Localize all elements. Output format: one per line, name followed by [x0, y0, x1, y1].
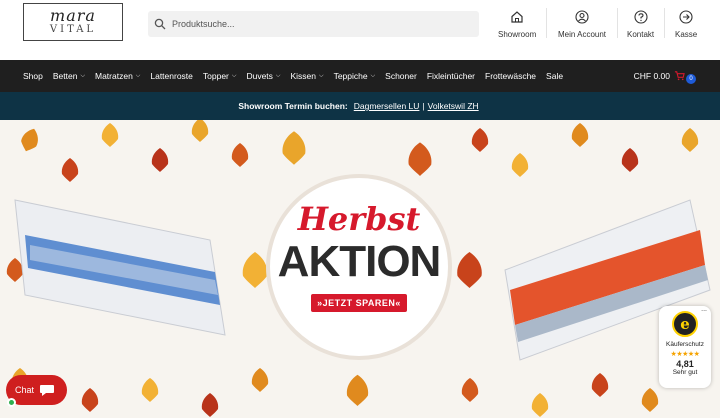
nav-item-frottewaesche[interactable]: Frottеwäsche — [485, 71, 536, 81]
chevron-down-icon: ⌵ — [80, 72, 85, 79]
checkout-label: Kasse — [675, 30, 698, 39]
chat-label: Chat — [15, 385, 35, 395]
chat-online-indicator — [7, 398, 16, 407]
contact-label: Kontakt — [627, 30, 655, 39]
promo-cta-button[interactable]: »JETZT SPAREN« — [311, 294, 407, 312]
chevron-down-icon: ⌵ — [319, 72, 324, 79]
home-icon — [511, 11, 523, 23]
cart-icon — [674, 71, 685, 81]
showroom-link-volketswil[interactable]: Volketswil ZH — [428, 101, 479, 111]
nav-label: Matratzen — [95, 71, 133, 81]
logo-word: mara — [50, 6, 96, 25]
nav-item-betten[interactable]: Betten ⌵ — [53, 71, 85, 81]
cart-button[interactable]: CHF 0.00 0 — [633, 70, 696, 84]
search-input[interactable] — [172, 19, 452, 29]
nav-label: Teppiche — [333, 71, 368, 81]
nav-item-schoner[interactable]: Schoner — [385, 71, 417, 81]
header-checkout[interactable]: Kasse — [675, 10, 697, 39]
nav-item-matratzen[interactable]: Matratzen ⌵ — [95, 71, 140, 81]
cart-total: CHF 0.00 — [633, 70, 670, 81]
rating-score: 4,81 — [676, 359, 694, 369]
header-account[interactable]: Mein Account — [558, 10, 606, 39]
header-divider — [546, 8, 547, 38]
header-divider — [664, 8, 665, 38]
announcement-lead: Showroom Termin buchen: — [238, 101, 348, 111]
nav-label: Frottеwäsche — [485, 71, 537, 81]
nav-item-topper[interactable]: Topper ⌵ — [203, 71, 237, 81]
cart-count-badge: 0 — [686, 73, 696, 84]
trust-badge[interactable]: ... e Käuferschutz ★★★★★ 4,81 Sehr gut — [659, 306, 711, 388]
more-options-icon[interactable]: ... — [701, 306, 707, 313]
nav-label: Shop — [23, 71, 43, 81]
arrow-right-icon — [679, 10, 693, 24]
announcement-bar: Showroom Termin buchen: Dagmersellen LU … — [0, 92, 720, 120]
search-box[interactable] — [148, 11, 479, 37]
nav-label: Topper — [202, 71, 229, 81]
promo-script-text: Herbst — [297, 200, 421, 238]
promo-badge[interactable]: Herbst AKTION »JETZT SPAREN« — [270, 178, 448, 356]
header-divider — [617, 8, 618, 38]
nav-item-teppiche[interactable]: Teppiche ⌵ — [334, 71, 376, 81]
nav-item-sale[interactable]: Sale — [546, 71, 563, 81]
trusted-shops-logo-icon: e — [672, 311, 698, 337]
chevron-down-icon: ⌵ — [275, 72, 281, 79]
nav-label: Kissen — [290, 71, 316, 81]
site-logo[interactable]: mara VITAL — [23, 3, 123, 41]
nav-label: Betten — [52, 71, 78, 81]
help-icon — [634, 10, 648, 24]
nav-item-kissen[interactable]: Kissen ⌵ — [290, 71, 323, 81]
chevron-down-icon: ⌵ — [370, 72, 376, 79]
chevron-down-icon: ⌵ — [231, 72, 237, 79]
rating-stars-icon: ★★★★★ — [670, 351, 700, 358]
mattress-left-image — [14, 199, 226, 336]
chevron-down-icon: ⌵ — [135, 72, 141, 79]
trust-label: Käuferschutz — [666, 341, 704, 348]
nav-item-lattenroste[interactable]: Lattenroste — [150, 71, 193, 81]
nav-label: Schoner — [385, 71, 417, 81]
nav-item-fixleintuecher[interactable]: Fixleintücher — [427, 71, 475, 81]
promo-headline: AKTION — [277, 237, 442, 286]
nav-label: Duvets — [246, 71, 273, 81]
rating-text: Sehr gut — [672, 369, 698, 376]
nav-label: Fixleintücher — [426, 71, 476, 81]
account-label: Mein Account — [558, 30, 607, 39]
main-nav: Shop Betten ⌵ Matratzen ⌵ Lattenroste Topp… — [0, 60, 720, 92]
hero-banner[interactable]: Herbst AKTION »JETZT SPAREN« — [0, 120, 720, 418]
logo-sub: VITAL — [49, 24, 97, 35]
user-icon — [575, 10, 589, 24]
nav-label: Sale — [546, 71, 564, 81]
header-contact[interactable]: Kontakt — [627, 10, 654, 39]
chat-bubble-icon — [40, 385, 55, 396]
site-header: mara VITAL Showroom Mein Account Kont — [0, 0, 720, 60]
announcement-separator: | — [422, 101, 425, 111]
showroom-label: Showroom — [498, 30, 537, 39]
showroom-link-dagmersellen[interactable]: Dagmersellen LU — [354, 101, 420, 111]
nav-item-shop[interactable]: Shop — [23, 71, 43, 81]
search-icon — [154, 18, 166, 30]
nav-label: Lattenroste — [150, 71, 193, 81]
header-showroom[interactable]: Showroom — [498, 10, 536, 39]
nav-item-duvets[interactable]: Duvets ⌵ — [246, 71, 280, 81]
